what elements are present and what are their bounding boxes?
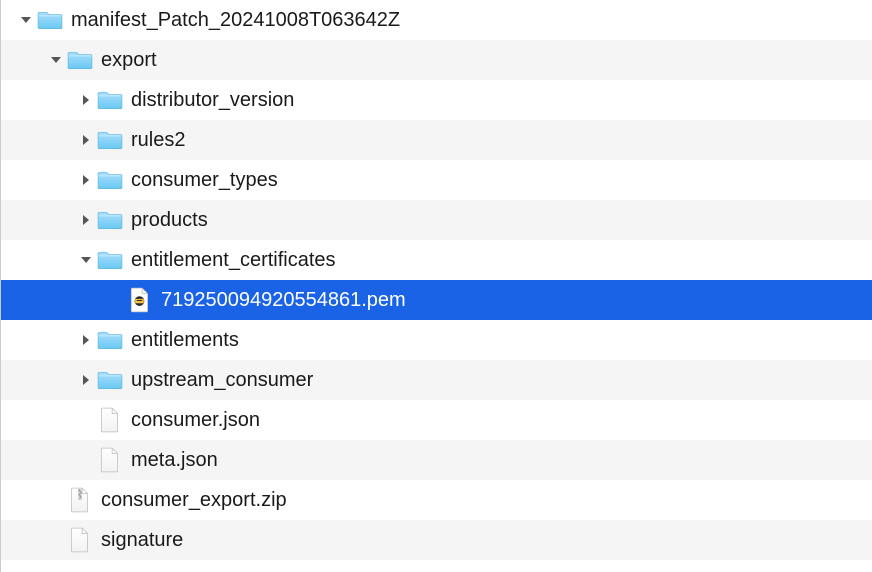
tree-row-label: products xyxy=(131,210,208,230)
tree-row-label: export xyxy=(101,50,157,70)
certificate-file-icon xyxy=(127,287,153,313)
tree-row-label: rules2 xyxy=(131,130,185,150)
chevron-right-icon[interactable] xyxy=(77,374,95,386)
tree-row-consumer-export-zip[interactable]: consumer_export.zip xyxy=(1,480,872,520)
chevron-right-icon[interactable] xyxy=(77,214,95,226)
chevron-right-icon[interactable] xyxy=(77,174,95,186)
zip-file-icon xyxy=(67,487,93,513)
tree-row-label: consumer_export.zip xyxy=(101,490,287,510)
tree-row-label: consumer_types xyxy=(131,170,278,190)
folder-icon xyxy=(97,369,123,391)
file-tree: manifest_Patch_20241008T063642Z export d… xyxy=(1,0,872,560)
tree-row-pem-file[interactable]: 719250094920554861.pem xyxy=(1,280,872,320)
tree-row-upstream-consumer[interactable]: upstream_consumer xyxy=(1,360,872,400)
tree-row-label: distributor_version xyxy=(131,90,294,110)
chevron-right-icon[interactable] xyxy=(77,94,95,106)
tree-row-meta-json[interactable]: meta.json xyxy=(1,440,872,480)
tree-row-signature[interactable]: signature xyxy=(1,520,872,560)
folder-icon xyxy=(97,249,123,271)
chevron-down-icon[interactable] xyxy=(47,55,65,65)
folder-icon xyxy=(97,329,123,351)
chevron-right-icon[interactable] xyxy=(77,334,95,346)
tree-row-label: upstream_consumer xyxy=(131,370,313,390)
document-file-icon xyxy=(67,527,93,553)
tree-row-label: consumer.json xyxy=(131,410,260,430)
tree-row-manifest-patch[interactable]: manifest_Patch_20241008T063642Z xyxy=(1,0,872,40)
document-file-icon xyxy=(97,447,123,473)
tree-row-distributor-version[interactable]: distributor_version xyxy=(1,80,872,120)
tree-row-label: entitlements xyxy=(131,330,239,350)
folder-icon xyxy=(97,129,123,151)
tree-row-label: signature xyxy=(101,530,183,550)
folder-icon xyxy=(37,9,63,31)
tree-row-rules2[interactable]: rules2 xyxy=(1,120,872,160)
chevron-right-icon[interactable] xyxy=(77,134,95,146)
tree-row-label: meta.json xyxy=(131,450,218,470)
chevron-down-icon[interactable] xyxy=(17,15,35,25)
folder-icon xyxy=(67,49,93,71)
chevron-down-icon[interactable] xyxy=(77,255,95,265)
folder-icon xyxy=(97,169,123,191)
tree-row-consumer-types[interactable]: consumer_types xyxy=(1,160,872,200)
tree-row-products[interactable]: products xyxy=(1,200,872,240)
tree-row-export[interactable]: export xyxy=(1,40,872,80)
tree-row-label: 719250094920554861.pem xyxy=(161,290,406,310)
tree-row-entitlement-certificates[interactable]: entitlement_certificates xyxy=(1,240,872,280)
tree-row-consumer-json[interactable]: consumer.json xyxy=(1,400,872,440)
folder-icon xyxy=(97,89,123,111)
folder-icon xyxy=(97,209,123,231)
document-file-icon xyxy=(97,407,123,433)
tree-row-label: entitlement_certificates xyxy=(131,250,336,270)
tree-row-entitlements[interactable]: entitlements xyxy=(1,320,872,360)
tree-row-label: manifest_Patch_20241008T063642Z xyxy=(71,10,400,30)
